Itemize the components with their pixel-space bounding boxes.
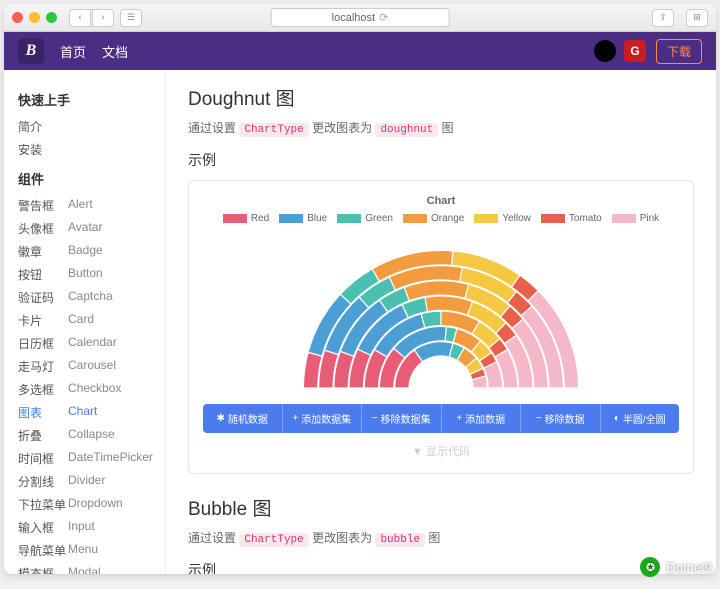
sidebar-item[interactable]: 下拉菜单Dropdown (18, 493, 165, 516)
nav-home[interactable]: 首页 (60, 42, 86, 61)
sidebar-item[interactable]: 按钮Button (18, 263, 165, 286)
chart-action-button[interactable]: + 添加数据 (442, 404, 522, 433)
sidebar-item[interactable]: 验证码Captcha (18, 286, 165, 309)
forward-button[interactable]: › (92, 9, 114, 27)
sidebar-item[interactable]: 头像框Avatar (18, 217, 165, 240)
sidebar-item[interactable]: 图表Chart (18, 401, 165, 424)
sidebar-item[interactable]: 输入框Input (18, 516, 165, 539)
legend-item[interactable]: Red (223, 213, 269, 224)
section-title-doughnut: Doughnut 图 (188, 84, 694, 111)
legend-item[interactable]: Orange (403, 213, 464, 224)
wechat-icon: ✪ (640, 557, 660, 577)
legend-item[interactable]: Pink (612, 213, 659, 224)
example-heading-bubble: 示例 (188, 560, 694, 574)
nav-docs[interactable]: 文档 (102, 42, 128, 61)
minimize-icon[interactable] (29, 12, 40, 23)
show-code-toggle[interactable]: ▼ 显示代码 (203, 443, 679, 459)
legend-item[interactable]: Green (337, 213, 393, 224)
chart-action-button[interactable]: − 移除数据集 (362, 404, 442, 433)
main-content: Doughnut 图 通过设置 ChartType 更改图表为 doughnut… (166, 70, 716, 574)
sidebar-item[interactable]: 卡片Card (18, 309, 165, 332)
gitee-icon[interactable]: G (624, 40, 646, 62)
logo[interactable]: B (18, 38, 44, 64)
sidebar-item[interactable]: 简介 (18, 115, 165, 138)
chart-toolbar: ✱ 随机数据+ 添加数据集− 移除数据集+ 添加数据− 移除数据◐ 半圆/全圆 (203, 404, 679, 433)
sidebar-item[interactable]: 徽章Badge (18, 240, 165, 263)
sidebar-item[interactable]: 折叠Collapse (18, 424, 165, 447)
section-desc: 通过设置 ChartType 更改图表为 doughnut 图 (188, 119, 694, 136)
watermark: ✪ Dotnet9 (640, 557, 712, 577)
sidebar-item[interactable]: 模态框Modal (18, 562, 165, 574)
address-bar[interactable]: localhost ⟳ (271, 8, 450, 27)
back-button[interactable]: ‹ (69, 9, 91, 27)
sidebar: 快速上手 简介安装 组件 警告框Alert头像框Avatar徽章Badge按钮B… (4, 70, 166, 574)
sidebar-head-components: 组件 (18, 169, 165, 188)
sidebar-item[interactable]: 走马灯Carousel (18, 355, 165, 378)
sidebar-item[interactable]: 日历框Calendar (18, 332, 165, 355)
share-icon[interactable]: ⇪ (652, 9, 674, 27)
tabs-icon[interactable]: ⊞ (686, 9, 708, 27)
section-title-bubble: Bubble 图 (188, 494, 694, 521)
sidebar-item[interactable]: 多选框Checkbox (18, 378, 165, 401)
maximize-icon[interactable] (46, 12, 57, 23)
doughnut-chart (203, 232, 679, 392)
close-icon[interactable] (12, 12, 23, 23)
chart-legend: Red Blue Green Orange Yellow Tomato Pink (203, 213, 679, 224)
sidebar-head-quick: 快速上手 (18, 90, 165, 109)
sidebar-item[interactable]: 分割线Divider (18, 470, 165, 493)
browser-titlebar: ‹ › ☰ localhost ⟳ ⇪ ⊞ (4, 4, 716, 32)
chart-action-button[interactable]: − 移除数据 (521, 404, 601, 433)
download-button[interactable]: 下载 (656, 39, 702, 64)
chart-title: Chart (203, 195, 679, 207)
chart-action-button[interactable]: + 添加数据集 (283, 404, 363, 433)
chart-action-button[interactable]: ◐ 半圆/全圆 (601, 404, 680, 433)
sidebar-item[interactable]: 警告框Alert (18, 194, 165, 217)
sidebar-toggle-icon[interactable]: ☰ (120, 9, 142, 27)
github-icon[interactable] (594, 40, 616, 62)
sidebar-item[interactable]: 导航菜单Menu (18, 539, 165, 562)
legend-item[interactable]: Yellow (474, 213, 531, 224)
sidebar-item[interactable]: 安装 (18, 138, 165, 161)
legend-item[interactable]: Tomato (541, 213, 602, 224)
chart-card: Chart Red Blue Green Orange Yellow Tomato Pink… (188, 180, 694, 474)
app-navbar: B 首页 文档 G 下载 (4, 32, 716, 70)
section-desc-bubble: 通过设置 ChartType 更改图表为 bubble 图 (188, 529, 694, 546)
example-heading: 示例 (188, 150, 694, 170)
chart-action-button[interactable]: ✱ 随机数据 (203, 404, 283, 433)
legend-item[interactable]: Blue (279, 213, 327, 224)
sidebar-item[interactable]: 时间框DateTimePicker (18, 447, 165, 470)
